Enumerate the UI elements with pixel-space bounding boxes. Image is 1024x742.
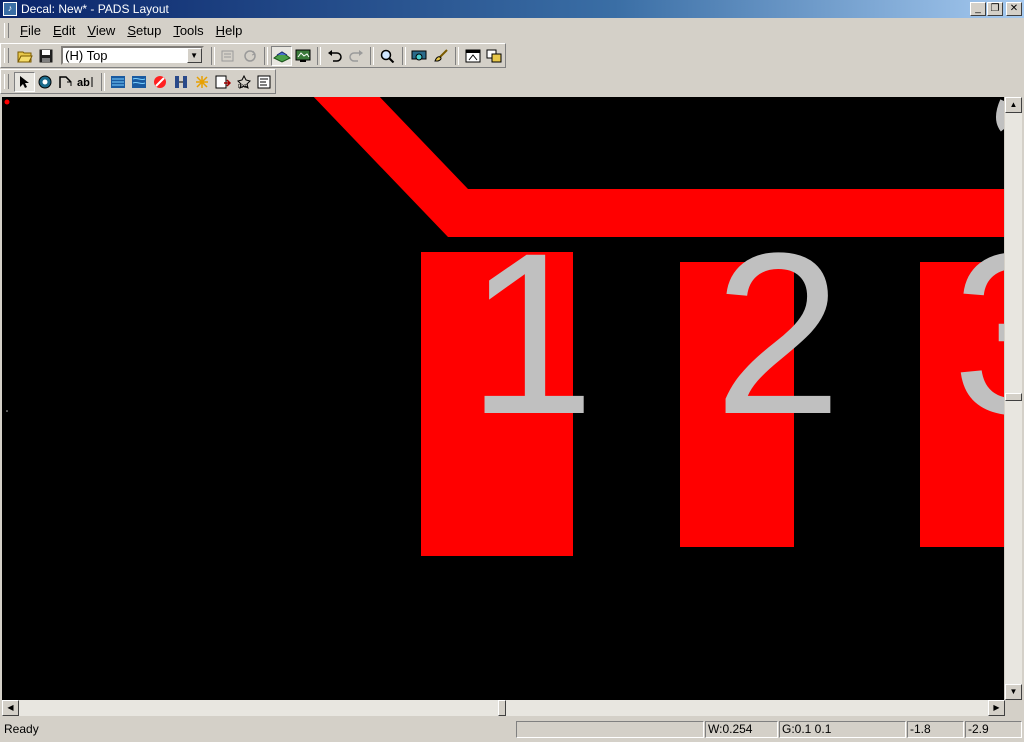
status-width: W:0.254 [705,721,778,738]
copper-icon[interactable] [108,72,129,92]
layer-select-value: (H) Top [65,48,108,63]
svg-text:DXF: DXF [238,84,248,89]
minimize-button[interactable]: _ [970,2,986,16]
import-icon[interactable] [212,72,233,92]
window-controls: _ ❐ ✕ [969,2,1022,16]
undo-icon[interactable] [324,46,346,66]
title-bar: ♪ Decal: New* - PADS Layout _ ❐ ✕ [0,0,1024,18]
scroll-left-button[interactable]: ◀ [2,700,19,716]
grid-dot [6,410,8,412]
menu-bar: File Edit View Setup Tools Help [0,20,1024,41]
decal-canvas[interactable]: 1 2 3 [2,97,1004,700]
toolbar-separator [210,46,215,65]
toolbar-separator [263,46,268,65]
drafting-toolbar: ab DXF [0,69,276,94]
horizontal-scroll-thumb[interactable] [498,700,506,716]
brush-icon[interactable] [430,46,452,66]
menu-grip[interactable] [4,23,9,38]
terminal-icon[interactable] [35,72,56,92]
wizard-sparkle-icon[interactable] [191,72,212,92]
app-icon[interactable]: ♪ [3,2,17,16]
menu-view[interactable]: View [81,23,121,38]
save-icon[interactable] [36,46,58,66]
vertical-scroll-thumb[interactable] [1005,393,1022,401]
report-icon[interactable] [254,72,275,92]
keepout-icon[interactable] [149,72,170,92]
text-icon[interactable]: ab [77,72,98,92]
pin-label-3: 3 [952,205,1004,462]
scroll-right-button[interactable]: ▶ [988,700,1005,716]
status-bar: Ready W:0.254 G:0.1 0.1 -1.8 -2.9 [0,719,1024,740]
toolbar-separator [316,46,321,65]
status-panel-empty [516,721,704,738]
horizontal-scrollbar[interactable]: ◀ ▶ [2,700,1005,716]
window-title: Decal: New* - PADS Layout [21,2,169,16]
display-icon[interactable] [292,46,314,66]
chevron-down-icon[interactable]: ▼ [186,48,202,63]
decal-drawing: 1 2 3 [4,97,1004,556]
toolbar-grip[interactable] [4,74,9,89]
toolbar-separator [100,72,105,91]
cascade-icon[interactable] [483,46,505,66]
svg-text:ab: ab [77,77,90,89]
origin-marker [4,99,10,105]
offscreen-text-fragment [996,99,1004,132]
redraw-icon[interactable] [239,46,261,66]
layer-view-icon[interactable] [270,45,293,66]
pin-label-1: 1 [467,205,595,462]
toolbar-separator [370,46,375,65]
menu-help[interactable]: Help [210,23,249,38]
close-button[interactable]: ✕ [1006,2,1022,16]
toolbar-separator [454,46,459,65]
copper-cutout-icon[interactable] [128,72,149,92]
menu-file[interactable]: File [14,23,47,38]
toolbar-separator [401,46,406,65]
scroll-down-button[interactable]: ▼ [1005,684,1022,700]
pin-label-2: 2 [714,205,842,462]
scroll-up-button[interactable]: ▲ [1005,97,1022,113]
status-message: Ready [4,722,39,736]
properties-icon[interactable] [218,46,240,66]
menu-setup[interactable]: Setup [121,23,167,38]
2d-line-icon[interactable] [56,72,77,92]
decal-wizard-icon[interactable] [170,72,191,92]
toolbar-grip[interactable] [4,48,9,63]
status-y-coordinate: -2.9 [965,721,1022,738]
status-x-coordinate: -1.8 [907,721,964,738]
window-icon[interactable] [462,46,484,66]
status-grid: G:0.1 0.1 [779,721,906,738]
standard-toolbar: (H) Top ▼ [0,43,506,68]
layer-select[interactable]: (H) Top ▼ [61,46,204,65]
menu-tools[interactable]: Tools [167,23,209,38]
view-icon[interactable] [409,46,431,66]
copper-trace[interactable] [309,97,1004,237]
select-pointer-icon[interactable] [13,71,35,92]
dxf-icon[interactable]: DXF [233,72,254,92]
maximize-button[interactable]: ❐ [987,2,1003,16]
redo-icon[interactable] [346,46,368,66]
menu-edit[interactable]: Edit [47,23,81,38]
zoom-icon[interactable] [377,46,399,66]
vertical-scrollbar[interactable]: ▲ ▼ [1005,97,1022,700]
open-folder-icon[interactable] [14,46,36,66]
canvas-frame: 1 2 3 ▲ ▼ ◀ ▶ [0,95,1024,717]
